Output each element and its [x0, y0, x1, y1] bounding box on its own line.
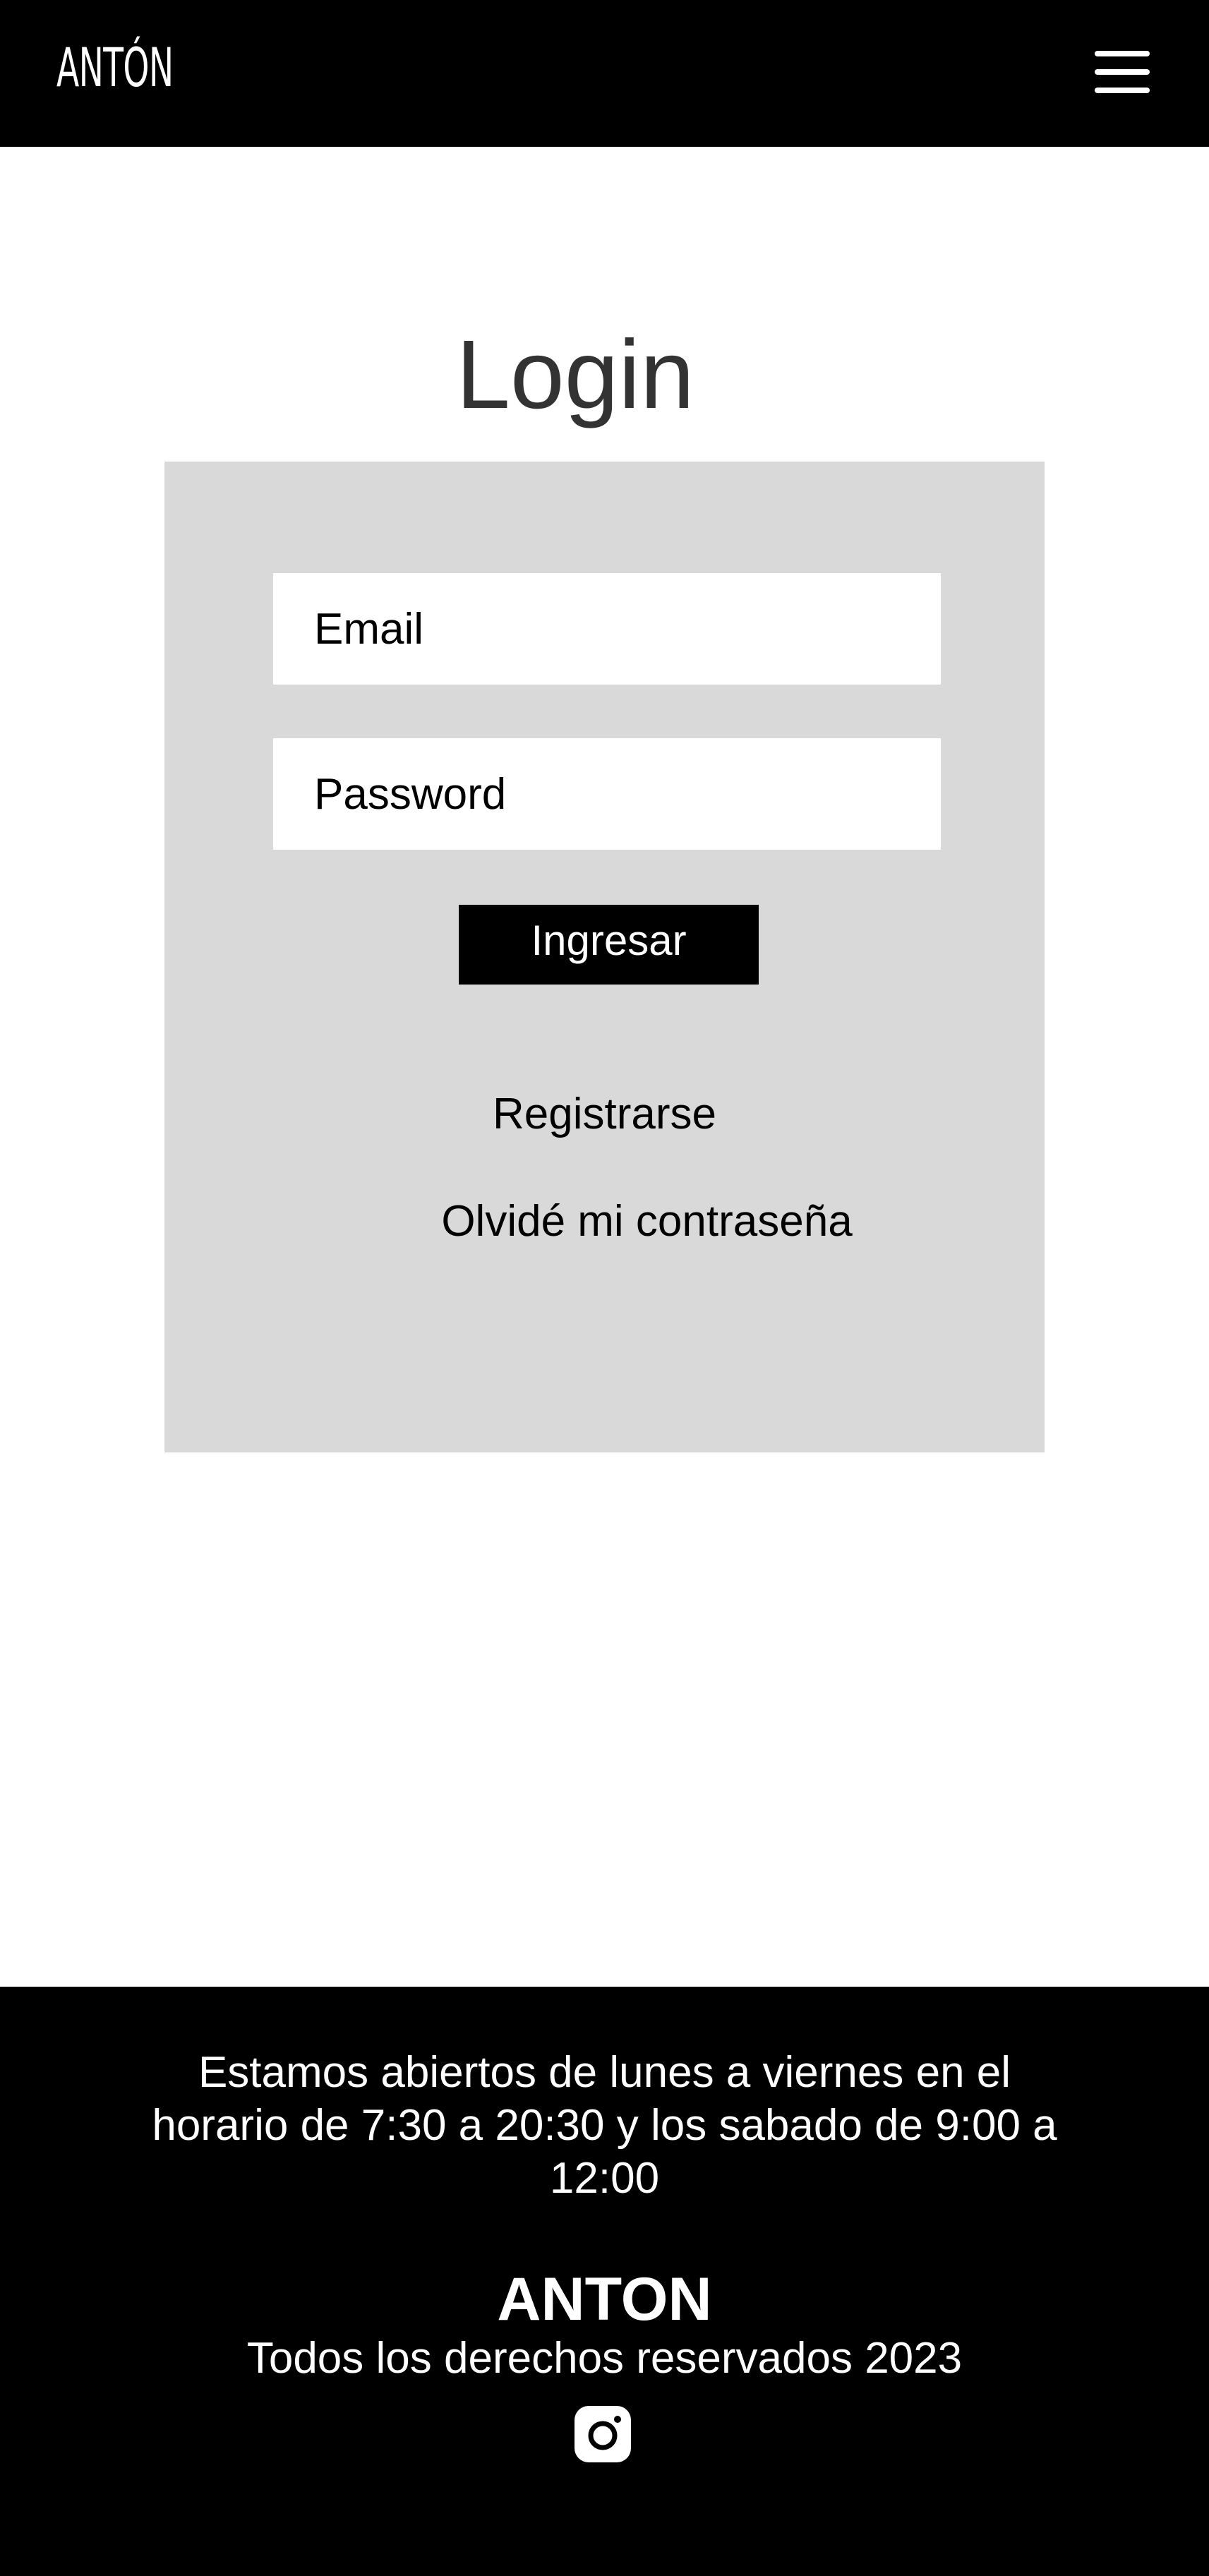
- page: ANTÓN Login Ingresar Registrarse Olvidé …: [0, 0, 1209, 2576]
- page-title: Login: [456, 320, 694, 429]
- forgot-password-link[interactable]: Olvidé mi contraseña: [207, 1200, 1087, 1244]
- footer: Estamos abiertos de lunes a viernes en e…: [0, 1987, 1209, 2576]
- instagram-icon[interactable]: [575, 2406, 631, 2462]
- menu-bar: [1095, 88, 1150, 93]
- top-header: ANTÓN: [0, 0, 1209, 147]
- copyright-text: Todos los derechos reservados 2023: [246, 2334, 963, 2383]
- footer-brand: ANTON: [497, 2265, 712, 2333]
- login-submit-button[interactable]: Ingresar: [459, 905, 759, 985]
- login-card: Ingresar Registrarse Olvidé mi contraseñ…: [164, 462, 1045, 1452]
- register-link[interactable]: Registrarse: [164, 1093, 1045, 1136]
- email-field[interactable]: [273, 573, 941, 685]
- opening-hours: Estamos abiertos de lunes a viernes en e…: [152, 2048, 1057, 2203]
- password-field[interactable]: [273, 738, 941, 850]
- logo[interactable]: ANTÓN: [56, 41, 174, 95]
- hamburger-menu-icon[interactable]: [1090, 45, 1154, 99]
- menu-bar: [1095, 69, 1150, 75]
- menu-bar: [1095, 51, 1150, 56]
